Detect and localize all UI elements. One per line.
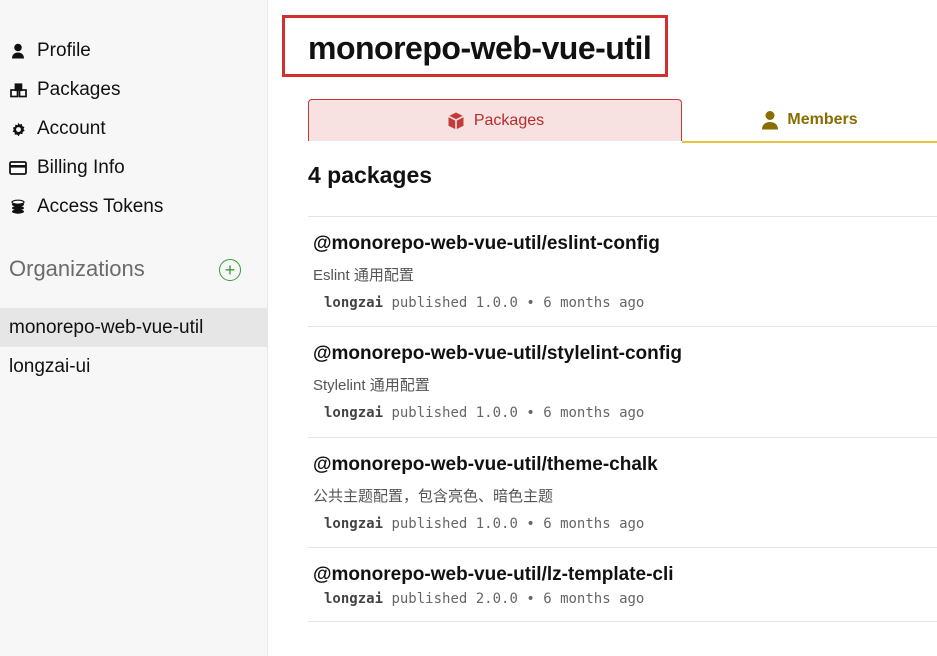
package-name-link[interactable]: @monorepo-web-vue-util/lz-template-cli (313, 564, 674, 586)
package-version: 1.0.0 (475, 405, 518, 421)
organizations-heading: Organizations (9, 256, 145, 281)
published-word: published (391, 591, 468, 607)
tab-members[interactable]: Members (682, 99, 937, 141)
org-item-label: monorepo-web-vue-util (9, 316, 204, 338)
plus-icon: + (224, 260, 236, 280)
packages-icon (9, 81, 27, 99)
package-version: 1.0.0 (475, 516, 518, 532)
package-version: 1.0.0 (475, 295, 518, 311)
meta-separator: • (526, 405, 535, 421)
package-meta: longzai published 2.0.0 • 6 months ago (324, 591, 644, 607)
tab-packages[interactable]: Packages (308, 99, 682, 141)
sidebar: Profile Packages Account Billing Info Ac… (0, 0, 268, 656)
package-version: 2.0.0 (475, 591, 518, 607)
package-meta: longzai published 1.0.0 • 6 months ago (324, 295, 644, 311)
package-description: Stylelint 通用配置 (313, 377, 430, 394)
sidebar-item-label: Profile (37, 40, 91, 61)
main-content: monorepo-web-vue-util Packages Members 4… (268, 0, 937, 656)
user-icon (9, 42, 27, 60)
list-item: @monorepo-web-vue-util/theme-chalk 公共主题配… (308, 437, 937, 547)
list-item: @monorepo-web-vue-util/eslint-config Esl… (308, 216, 937, 326)
sidebar-item-label: Access Tokens (37, 196, 164, 217)
add-organization-button[interactable]: + (219, 259, 241, 281)
package-description: Eslint 通用配置 (313, 267, 414, 284)
published-age: 6 months ago (543, 405, 645, 421)
credit-card-icon (9, 159, 27, 177)
sidebar-item-packages[interactable]: Packages (9, 75, 120, 105)
publisher-link[interactable]: longzai (324, 405, 383, 421)
members-tab-underline (682, 141, 937, 143)
package-meta: longzai published 1.0.0 • 6 months ago (324, 405, 644, 421)
package-count: 4 packages (308, 162, 433, 188)
meta-separator: • (526, 295, 535, 311)
list-divider (308, 621, 937, 622)
tokens-icon (9, 198, 27, 216)
org-item-monorepo-web-vue-util[interactable]: monorepo-web-vue-util (0, 308, 267, 347)
published-word: published (391, 295, 468, 311)
sidebar-item-label: Account (37, 118, 106, 139)
sidebar-item-account[interactable]: Account (9, 114, 106, 144)
package-name-link[interactable]: @monorepo-web-vue-util/eslint-config (313, 233, 660, 255)
published-word: published (391, 516, 468, 532)
package-list: @monorepo-web-vue-util/eslint-config Esl… (308, 216, 937, 621)
published-age: 6 months ago (543, 591, 645, 607)
page-title: monorepo-web-vue-util (308, 30, 652, 66)
tab-members-label: Members (787, 111, 858, 128)
publisher-link[interactable]: longzai (324, 295, 383, 311)
list-item: @monorepo-web-vue-util/lz-template-cli l… (308, 547, 937, 621)
gear-icon (9, 120, 27, 138)
tab-packages-label: Packages (473, 111, 545, 129)
publisher-link[interactable]: longzai (324, 516, 383, 532)
sidebar-item-profile[interactable]: Profile (9, 36, 91, 66)
org-item-longzai-ui[interactable]: longzai-ui (0, 347, 267, 386)
meta-separator: • (526, 591, 535, 607)
package-meta: longzai published 1.0.0 • 6 months ago (324, 516, 644, 532)
members-icon (761, 110, 779, 130)
org-item-label: longzai-ui (9, 355, 91, 377)
package-name-link[interactable]: @monorepo-web-vue-util/stylelint-config (313, 343, 682, 365)
meta-separator: • (526, 516, 535, 532)
published-age: 6 months ago (543, 516, 645, 532)
publisher-link[interactable]: longzai (324, 591, 383, 607)
sidebar-item-access-tokens[interactable]: Access Tokens (9, 192, 163, 222)
sidebar-item-label: Packages (37, 79, 121, 100)
sidebar-item-label: Billing Info (37, 157, 125, 178)
package-box-icon (446, 111, 466, 131)
published-age: 6 months ago (543, 295, 645, 311)
list-item: @monorepo-web-vue-util/stylelint-config … (308, 326, 937, 437)
package-name-link[interactable]: @monorepo-web-vue-util/theme-chalk (313, 454, 658, 476)
sidebar-item-billing-info[interactable]: Billing Info (9, 153, 125, 183)
package-description: 公共主题配置，包含亮色、暗色主题 (313, 488, 554, 505)
published-word: published (391, 405, 468, 421)
